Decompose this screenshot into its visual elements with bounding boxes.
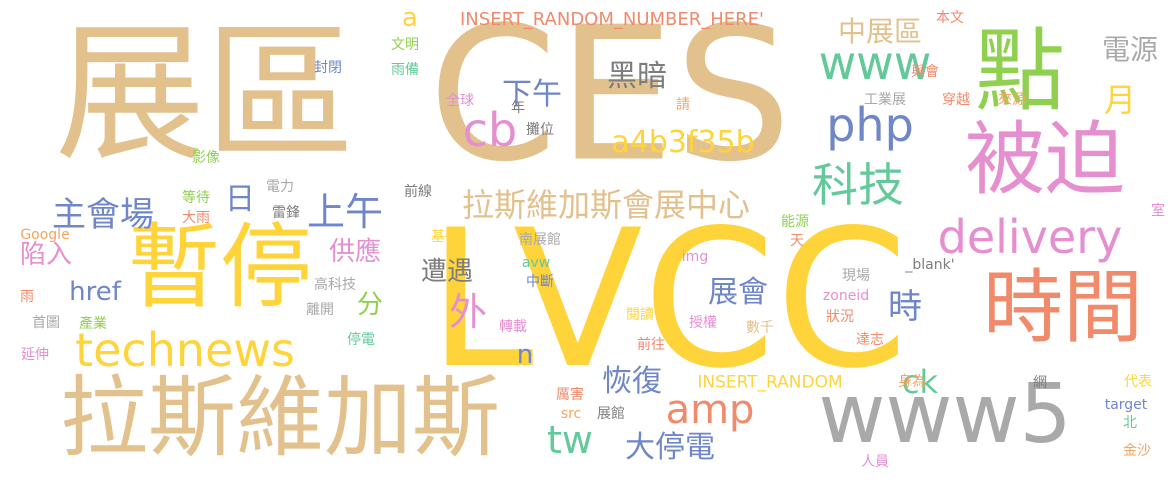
word-qianwang: 前往 <box>637 337 665 353</box>
word-leifeng: 雷鋒 <box>272 205 300 221</box>
word-yingxiang: 影像 <box>192 150 220 166</box>
word-zanting: 暫停 <box>127 214 313 321</box>
word-lasiweijiasi: 拉斯維加斯 <box>59 366 501 469</box>
word-insert-random: INSERT_RANDOM <box>697 372 843 393</box>
word-dianyuan: 電源 <box>1101 33 1159 66</box>
word-xianchang: 現場 <box>842 268 870 284</box>
word-renyuan: 人員 <box>861 454 889 470</box>
word-zhanguan: 展館 <box>597 406 625 422</box>
word-jinsha: 金沙 <box>1123 443 1151 459</box>
word-shenwei: 身為 <box>898 374 926 390</box>
word-beipo: 被迫 <box>965 113 1125 206</box>
word-nanzhanguan: 南展館 <box>519 232 561 248</box>
word-yue: 月 <box>1103 81 1137 119</box>
word-a4b3f35b: a4b3f35b <box>611 125 755 160</box>
word-zhongzhanqu: 中展區 <box>837 15 923 48</box>
word-zoneid: zoneid <box>822 288 870 304</box>
word-chuanyue: 穿越 <box>942 92 970 108</box>
word-daibiao: 代表 <box>1124 374 1152 390</box>
word-gaokeji: 高科技 <box>314 277 356 293</box>
word-gongyezhan: 工業展 <box>864 92 906 108</box>
word-datingdian: 大停電 <box>625 430 715 465</box>
word-yuhui: 與會 <box>911 64 939 80</box>
word-likai: 離開 <box>306 302 334 318</box>
word-zhongduan: 中斷 <box>526 274 554 290</box>
word-keji: 科技 <box>812 158 904 212</box>
word-bei: 北 <box>1123 415 1137 431</box>
word-fen: 分 <box>356 290 384 320</box>
word-shijian: 時間 <box>983 261 1143 354</box>
word-yubei: 雨備 <box>391 62 419 78</box>
word-google: Google <box>20 227 70 243</box>
word-ri: 日 <box>225 182 255 217</box>
word-shi-room: 室 <box>1151 203 1165 219</box>
word-tian: 天 <box>790 233 804 249</box>
word-target: target <box>1104 397 1148 413</box>
word-dayu: 大雨 <box>182 210 210 226</box>
word-heian: 黑暗 <box>607 59 667 94</box>
word-zhuangkuang: 狀況 <box>826 309 854 325</box>
word-dianli: 電力 <box>266 179 294 195</box>
word-shoutu: 首圖 <box>32 315 60 331</box>
word-technews: technews <box>75 323 295 377</box>
word-insert-random-number-here: INSERT_RANDOM_NUMBER_HERE' <box>459 9 765 30</box>
word-cloud: 展區 CES LVCC 暫停 拉斯維加斯 點 被迫 時間 www5 www ph… <box>0 0 1175 482</box>
word-zaoyu: 遭遇 <box>420 257 474 287</box>
word-yanshen: 延伸 <box>21 347 49 363</box>
word-php: php <box>826 98 914 152</box>
word-zhanhui: 展會 <box>708 275 768 310</box>
word-dengdai: 等待 <box>182 190 210 206</box>
word-blank: _blank' <box>905 257 955 273</box>
word-shi: 時 <box>888 287 922 327</box>
word-yuedu: 閱讀 <box>626 307 654 323</box>
word-cb: cb <box>462 103 518 157</box>
word-lvcc-full: 拉斯維加斯會展中心 <box>461 186 751 224</box>
word-nian: 年 <box>511 100 525 116</box>
word-zhanqu: 展區 <box>54 8 356 182</box>
word-src: src <box>560 406 582 422</box>
word-gongying: 供應 <box>328 237 382 267</box>
word-delivery: delivery <box>937 210 1123 264</box>
word-tw: tw <box>547 418 593 462</box>
word-nengyuan: 能源 <box>781 214 809 230</box>
word-wang: 網 <box>1033 375 1047 391</box>
word-chanye: 產業 <box>79 316 107 332</box>
word-fengbi: 封閉 <box>314 60 342 76</box>
word-wenming: 文明 <box>391 37 419 53</box>
word-yu: 雨 <box>20 289 34 305</box>
word-benwen: 本文 <box>936 10 964 26</box>
word-huifu: 恢復 <box>602 364 662 399</box>
word-tingdian: 停電 <box>347 332 375 348</box>
word-tanwei: 攤位 <box>526 122 554 138</box>
word-lihai: 厲害 <box>556 387 584 403</box>
word-img: img <box>681 249 709 265</box>
word-a: a <box>402 3 418 33</box>
word-zhuanzai: 轉載 <box>499 319 527 335</box>
word-shuqian: 數千 <box>746 320 774 336</box>
word-qing: 請 <box>676 97 690 113</box>
word-quanqiu: 全球 <box>446 93 474 109</box>
word-dazhi: 達志 <box>856 332 884 348</box>
word-n: n <box>516 340 534 370</box>
word-wai: 外 <box>448 290 488 334</box>
word-xianru: 陷入 <box>19 240 73 270</box>
word-laiyuan: 來源 <box>998 92 1026 108</box>
word-jichu: 基礎 <box>431 229 459 245</box>
word-qianxian: 前線 <box>404 184 432 200</box>
word-shangwu: 上午 <box>306 190 384 234</box>
word-href: href <box>69 277 121 307</box>
word-avw: avw <box>521 255 551 271</box>
word-amp: amp <box>665 387 755 433</box>
word-shouquan: 授權 <box>689 315 717 331</box>
